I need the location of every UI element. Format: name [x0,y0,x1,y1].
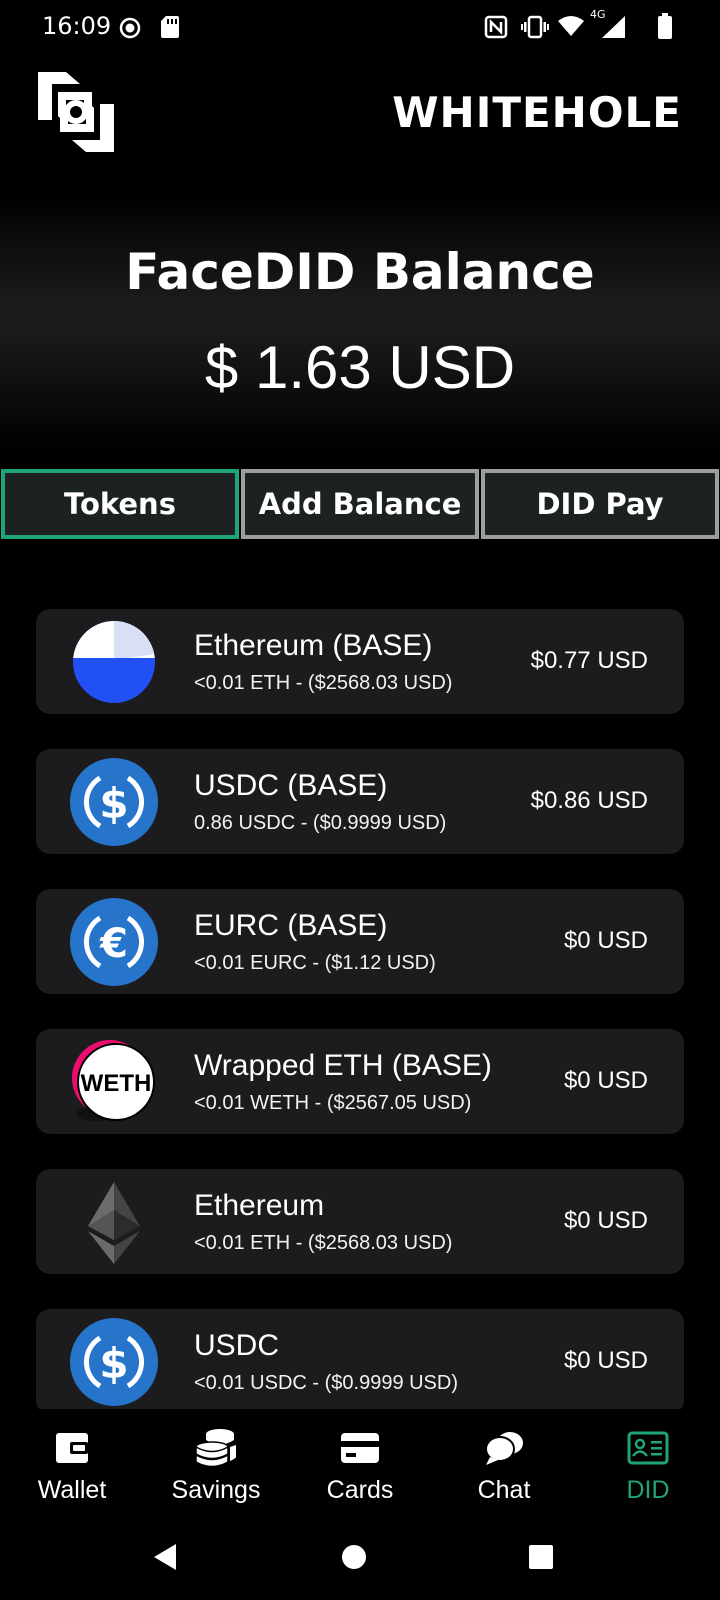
usdc-icon: $ [70,1318,158,1406]
nav-cards[interactable]: Cards [288,1410,432,1520]
token-name: Ethereum [194,1189,325,1222]
tab-tokens[interactable]: Tokens [1,469,239,539]
svg-text:€: € [99,921,128,967]
token-amount: <0.01 ETH - ($2568.03 USD) [194,1232,453,1254]
nfc-icon [484,15,508,39]
chat-icon [484,1426,524,1470]
token-row-usdc-base[interactable]: $ USDC (BASE) 0.86 USDC - ($0.9999 USD) … [36,749,684,854]
nav-label: Cards [326,1476,394,1504]
vibrate-icon [521,15,549,39]
token-row-eurc-base[interactable]: € EURC (BASE) <0.01 EURC - ($1.12 USD) $… [36,889,684,994]
nav-did[interactable]: DID [576,1410,720,1520]
token-value: $0 USD [563,1207,648,1234]
nav-label: DID [626,1476,670,1504]
coins-icon [194,1426,238,1470]
bottom-nav: Wallet Savings Cards Chat DID [0,1410,720,1520]
token-value: $0.86 USD [530,787,648,814]
svg-text:$: $ [99,779,128,828]
token-amount: <0.01 EURC - ($1.12 USD) [194,952,436,974]
nav-label: Chat [477,1476,531,1504]
token-amount: <0.01 ETH - ($2568.03 USD) [194,672,453,694]
id-card-icon [627,1426,669,1470]
tab-add-balance[interactable]: Add Balance [241,469,479,539]
card-icon [340,1426,380,1470]
tab-did-pay[interactable]: DID Pay [481,469,719,539]
sd-card-icon [160,15,180,39]
recents-icon[interactable] [528,1542,554,1572]
token-row-ethereum[interactable]: Ethereum <0.01 ETH - ($2568.03 USD) $0 U… [36,1169,684,1274]
token-row-eth-base[interactable]: Ethereum (BASE) <0.01 ETH - ($2568.03 US… [36,609,684,714]
token-row-weth-base[interactable]: WETH Wrapped ETH (BASE) <0.01 WETH - ($2… [36,1029,684,1134]
balance-hero: FaceDID Balance $ 1.63 USD [0,195,720,450]
weth-icon-text: WETH [81,1070,152,1097]
token-name: Ethereum (BASE) [194,629,433,662]
battery-icon [658,13,672,39]
nav-savings[interactable]: Savings [144,1410,288,1520]
token-value: $0 USD [563,1067,648,1094]
nav-label: Savings [171,1476,261,1504]
back-icon[interactable] [152,1542,178,1572]
balance-title: FaceDID Balance [125,243,595,301]
token-amount: 0.86 USDC - ($0.9999 USD) [194,812,447,834]
record-icon [118,16,142,40]
balance-amount: $ 1.63 USD [204,334,516,401]
token-amount: <0.01 USDC - ($0.9999 USD) [194,1372,459,1394]
eurc-icon: € [70,898,158,986]
token-name: USDC (BASE) [194,769,388,802]
usdc-icon: $ [70,758,158,846]
token-name: Wrapped ETH (BASE) [194,1049,492,1082]
system-nav [0,1520,720,1600]
whitehole-logo[interactable] [36,70,116,154]
status-time: 16:09 [42,12,112,40]
nav-wallet[interactable]: Wallet [0,1410,144,1520]
base-icon [70,618,158,706]
token-amount: <0.01 WETH - ($2567.05 USD) [194,1092,472,1114]
nav-label: Wallet [37,1476,107,1504]
wallet-icon [54,1426,90,1470]
token-value: $0.77 USD [530,647,648,674]
token-value: $0 USD [563,927,648,954]
token-name: USDC [194,1329,280,1362]
weth-icon: WETH [70,1038,158,1126]
action-tabs: Tokens Add Balance DID Pay [0,469,720,539]
status-bar: 16:09 4G [0,0,720,54]
wifi-icon [557,15,585,37]
token-row-usdc[interactable]: $ USDC <0.01 USDC - ($0.9999 USD) $0 USD [36,1309,684,1409]
svg-text:$: $ [99,1339,128,1388]
token-name: EURC (BASE) [194,909,388,942]
brand-name: WHITEHOLE [392,88,682,137]
token-list[interactable]: Ethereum (BASE) <0.01 ETH - ($2568.03 US… [36,609,684,1409]
home-icon[interactable] [341,1542,367,1572]
token-value: $0 USD [563,1347,648,1374]
signal-icon [602,16,626,38]
nav-chat[interactable]: Chat [432,1410,576,1520]
ethereum-icon [70,1178,158,1266]
